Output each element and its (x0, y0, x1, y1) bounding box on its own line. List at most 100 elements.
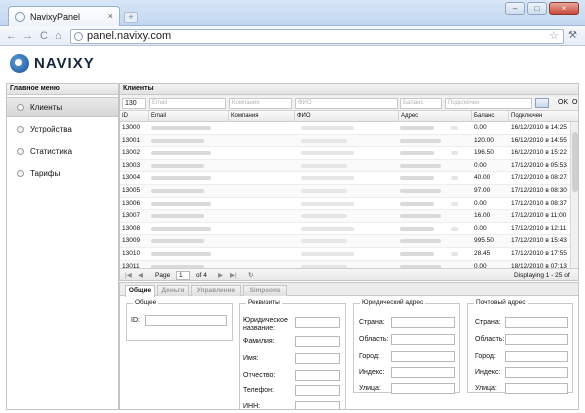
legal-street-input[interactable] (391, 383, 455, 394)
inn-input[interactable] (295, 401, 340, 409)
table-row[interactable]: 13011 0.00 18/12/2010 в 07:13 (120, 260, 570, 268)
wrench-icon[interactable]: ⚒ (568, 30, 577, 41)
cell-connected: 16/12/2010 в 15:22 (511, 149, 567, 157)
cell-balance: 0.00 (474, 161, 487, 169)
filter-email-input[interactable]: Email (149, 98, 226, 109)
filter-company-input[interactable]: Компания (229, 98, 292, 109)
column-header-connected[interactable]: Подключен (509, 111, 578, 122)
grid-column-header: ID Email Компания ФИО Адрес Баланс Подкл… (120, 111, 578, 122)
legal-address-fieldset: Юридический адрес Страна: Область: Город… (353, 299, 460, 394)
tab-money[interactable]: Деньги (157, 285, 189, 296)
table-row[interactable]: 13005 97.00 17/12/2010 в 08:30 (120, 185, 570, 198)
logo-mark-icon (10, 54, 29, 73)
next-page-icon[interactable]: ▶ (218, 271, 223, 280)
redacted-cell (400, 151, 434, 156)
filter-balance-input[interactable]: Баланс (400, 98, 442, 109)
legal-city-input[interactable] (391, 351, 455, 362)
filter-ok-button[interactable]: OK (558, 98, 568, 108)
first-page-icon[interactable]: |◀ (125, 271, 132, 280)
redacted-cell (400, 214, 441, 219)
home-icon[interactable]: ⌂ (55, 30, 62, 42)
back-icon[interactable]: ← (6, 30, 17, 42)
surname-input[interactable] (295, 336, 340, 347)
postal-city-input[interactable] (505, 351, 568, 362)
refresh-icon[interactable]: ↻ (248, 271, 253, 280)
requisites-fieldset: Реквизиты Юридическое название: Фамилия:… (239, 299, 346, 409)
tab-management[interactable]: Управление (191, 285, 241, 296)
postal-zip-input[interactable] (505, 367, 568, 378)
name-input[interactable] (295, 353, 340, 364)
filter-reset-button[interactable]: O (572, 98, 577, 108)
filter-connected-input[interactable]: Подключен (445, 98, 532, 109)
navixy-logo: NAVIXY (10, 54, 95, 73)
forward-icon[interactable]: → (22, 30, 33, 42)
redacted-cell (301, 138, 347, 143)
patronymic-input[interactable] (295, 370, 340, 381)
legal-zip-input[interactable] (391, 367, 455, 378)
browser-tab[interactable]: NavixyPanel × (8, 6, 120, 26)
calendar-icon[interactable] (535, 98, 549, 108)
cell-connected: 17/12/2010 в 11:00 (511, 212, 567, 220)
table-row[interactable]: 13001 120.00 16/12/2010 в 14:55 (120, 134, 570, 148)
filter-fio-input[interactable]: ФИО (295, 98, 398, 109)
menu-item-statistics[interactable]: Статистика (7, 141, 118, 161)
legal-name-input[interactable] (295, 317, 340, 328)
table-row[interactable]: 13009 995.50 17/12/2010 в 15:43 (120, 235, 570, 248)
redacted-cell (151, 189, 204, 193)
column-header-balance[interactable]: Баланс (472, 111, 509, 122)
redacted-cell (451, 201, 458, 206)
table-row[interactable]: 13002 196.50 16/12/2010 в 15:22 (120, 147, 570, 160)
column-header-fio[interactable]: ФИО (295, 111, 399, 122)
filter-bar: 130 Email Компания ФИО Баланс Подключен … (120, 95, 578, 111)
maximize-button[interactable]: □ (527, 2, 547, 15)
table-row[interactable]: 13000 0.00 16/12/2010 в 14:25 (120, 122, 570, 135)
phone-label: Телефон: (243, 387, 274, 394)
bookmark-star-icon[interactable]: ☆ (549, 30, 559, 43)
last-page-icon[interactable]: ▶| (230, 271, 237, 280)
table-row[interactable]: 13010 28.45 17/12/2010 в 17:55 (120, 248, 570, 261)
postal-region-input[interactable] (505, 334, 568, 345)
new-tab-button[interactable]: + (124, 12, 138, 23)
bullet-icon (17, 169, 24, 177)
phone-input[interactable] (295, 385, 340, 396)
redacted-cell (451, 151, 458, 156)
menu-item-devices[interactable]: Устройства (7, 119, 118, 139)
menu-item-clients[interactable]: Клиенты (7, 97, 118, 117)
cell-balance: 28.45 (474, 250, 491, 257)
close-window-button[interactable]: × (549, 2, 579, 15)
table-row[interactable]: 13008 0.00 17/12/2010 в 12:11 (120, 223, 570, 236)
table-row[interactable]: 13006 0.00 17/12/2010 в 08:37 (120, 198, 570, 211)
cell-id: 13001 (122, 136, 141, 144)
legal-country-label: Страна: (359, 319, 385, 326)
reload-icon[interactable]: C (40, 30, 48, 42)
redacted-cell (400, 201, 434, 206)
postal-street-label: Улица: (475, 385, 497, 392)
cell-id: 13010 (122, 250, 141, 257)
tab-simpsons[interactable]: Simpsons (243, 285, 287, 296)
legal-country-input[interactable] (391, 317, 455, 328)
patronymic-label: Отчество: (243, 372, 276, 379)
column-header-company[interactable]: Компания (229, 111, 295, 122)
tab-close-icon[interactable]: × (108, 11, 113, 21)
id-input[interactable] (145, 315, 227, 326)
table-row[interactable]: 13007 16.00 17/12/2010 в 11:00 (120, 210, 570, 223)
postal-street-input[interactable] (505, 383, 568, 394)
page-number-input[interactable]: 1 (176, 271, 190, 280)
column-header-address[interactable]: Адрес (399, 111, 472, 122)
scrollbar-thumb[interactable] (572, 132, 578, 192)
minimize-button[interactable]: – (505, 2, 525, 15)
tab-general[interactable]: Общие (125, 285, 155, 297)
column-header-email[interactable]: Email (149, 111, 229, 122)
page-label: Page (155, 272, 171, 279)
url-input[interactable]: panel.navixy.com ☆ (70, 29, 564, 44)
cell-id: 13006 (122, 199, 141, 207)
table-row[interactable]: 13003 0.00 17/12/2010 в 05:53 (120, 159, 570, 173)
table-row[interactable]: 13004 40.00 17/12/2010 в 08:27 (120, 172, 570, 185)
legal-region-input[interactable] (391, 334, 455, 345)
menu-item-tariffs[interactable]: Тарифы (7, 163, 118, 183)
grid-scrollbar[interactable] (570, 122, 578, 268)
column-header-id[interactable]: ID (120, 111, 149, 122)
filter-id-input[interactable]: 130 (122, 98, 146, 109)
prev-page-icon[interactable]: ◀ (138, 271, 143, 280)
postal-country-input[interactable] (505, 317, 568, 328)
